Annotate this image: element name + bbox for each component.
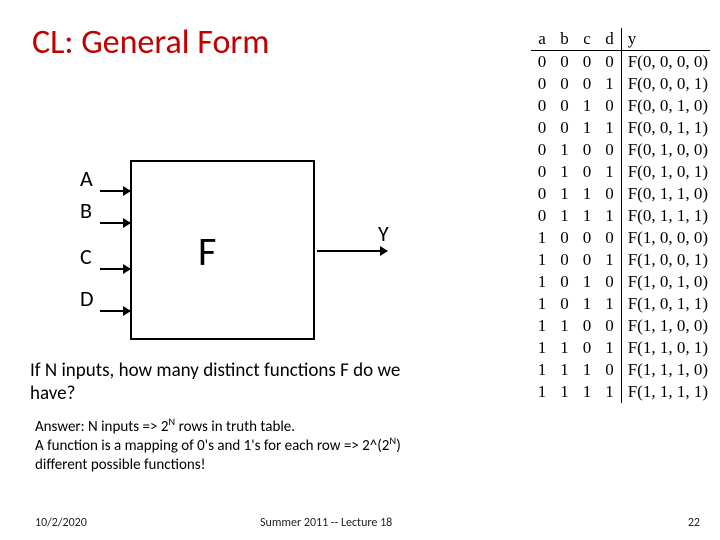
question-text: If N inputs, how many distinct functions… [30,360,420,406]
table-header: c [576,28,599,51]
table-header: a [531,28,554,51]
table-row: 1110F(1, 1, 1, 0) [531,359,710,381]
arrow-icon [100,190,130,192]
table-row: 0010F(0, 0, 1, 0) [531,95,710,117]
table-row: 0110F(0, 1, 1, 0) [531,183,710,205]
table-header: b [553,28,576,51]
table-row: 0101F(0, 1, 0, 1) [531,161,710,183]
table-row: 1001F(1, 0, 0, 1) [531,249,710,271]
table-row: 0011F(0, 0, 1, 1) [531,117,710,139]
table-header: y [621,28,710,51]
input-label-c: C [80,243,92,270]
input-label-a: A [80,165,93,192]
input-label-d: D [80,285,94,312]
table-row: 1100F(1, 1, 0, 0) [531,315,710,337]
arrow-icon [100,310,130,312]
table-row: 1011F(1, 0, 1, 1) [531,293,710,315]
arrow-icon [100,268,130,270]
table-row: 0000F(0, 0, 0, 0) [531,51,710,74]
table-row: 0001F(0, 0, 0, 1) [531,73,710,95]
table-row: 1010F(1, 0, 1, 0) [531,271,710,293]
arrow-icon [100,222,130,224]
table-row: 1000F(1, 0, 0, 0) [531,227,710,249]
footer-page: 22 [688,516,700,530]
table-row: 0111F(0, 1, 1, 1) [531,205,710,227]
page-title: CL: General Form [32,22,269,63]
block-diagram: F A B C D Y [70,155,400,345]
table-row: 1111F(1, 1, 1, 1) [531,381,710,403]
table-row: 1101F(1, 1, 0, 1) [531,337,710,359]
arrow-icon [317,250,387,252]
input-label-b: B [80,197,92,224]
function-block [130,160,315,340]
table-header: d [598,28,621,51]
truth-table: abcdy 0000F(0, 0, 0, 0)0001F(0, 0, 0, 1)… [531,28,710,403]
block-label: F [198,227,216,276]
answer-text: Answer: N inputs => 2N rows in truth tab… [35,418,415,474]
table-row: 0100F(0, 1, 0, 0) [531,139,710,161]
footer-date: 10/2/2020 [35,516,87,530]
output-label: Y [378,220,389,247]
footer-lecture: Summer 2011 -- Lecture 18 [260,516,392,530]
